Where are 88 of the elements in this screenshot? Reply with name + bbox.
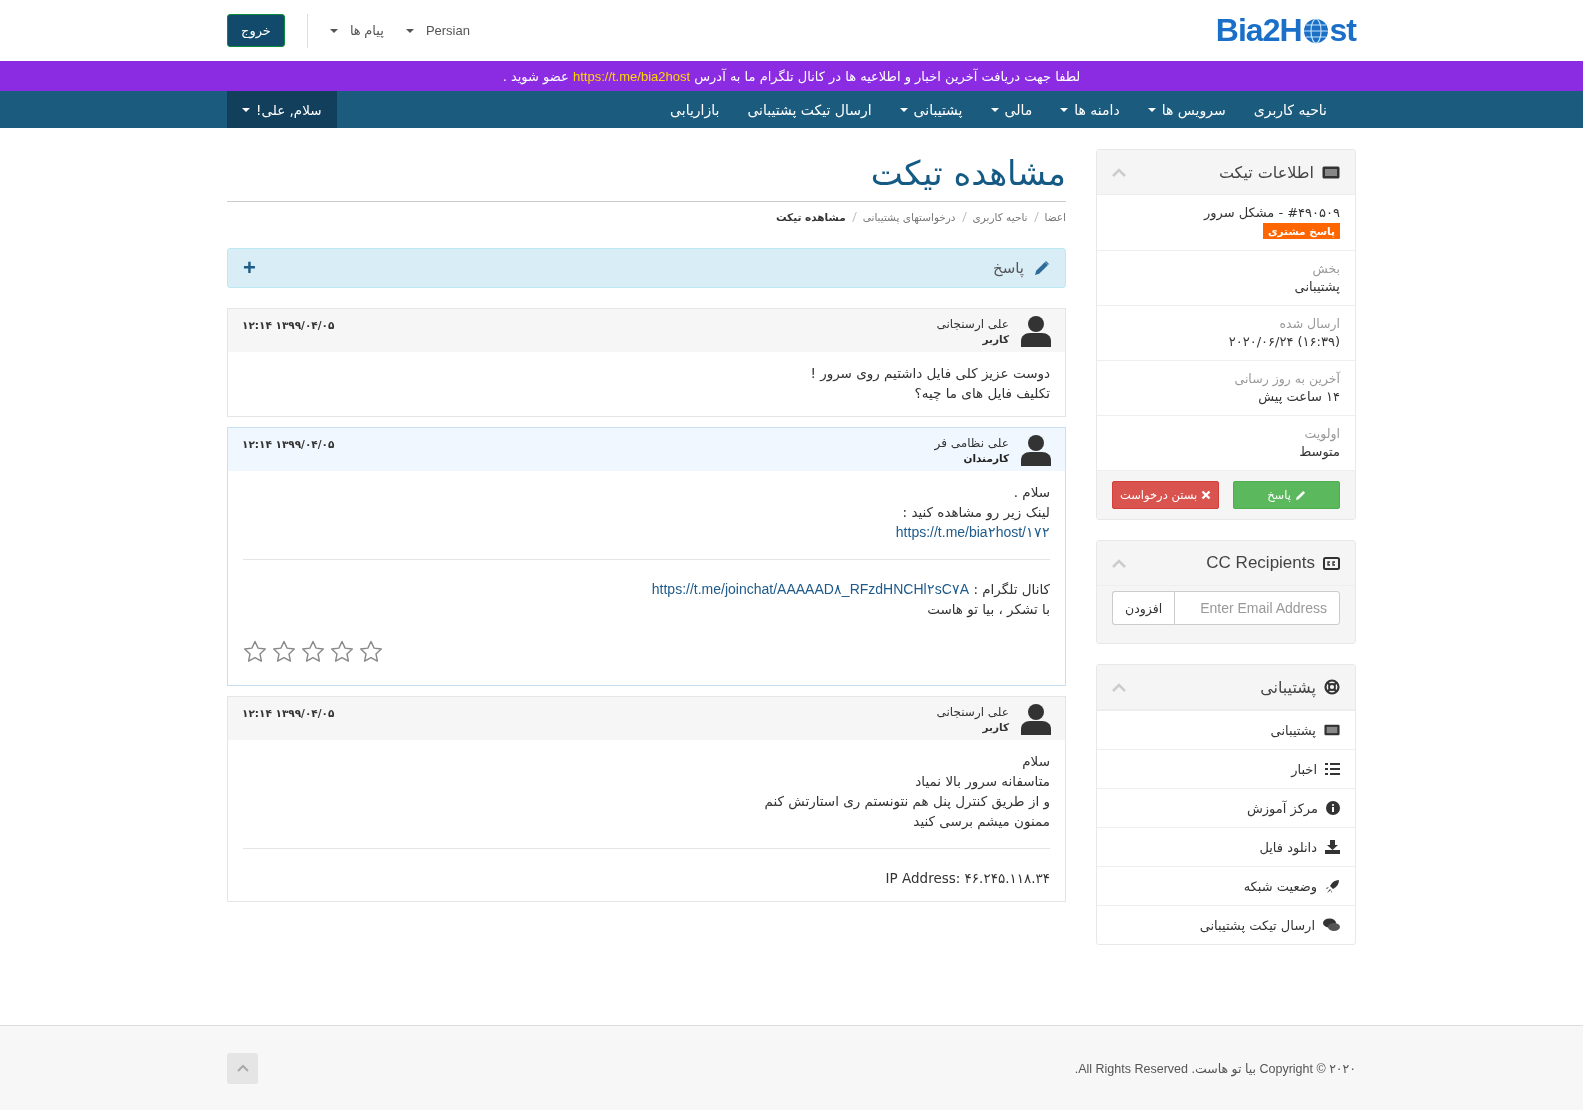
list-icon — [1325, 763, 1340, 775]
telegram-link[interactable]: https://t.me/bia2host — [573, 68, 691, 84]
message-text: تکلیف فایل های ما چیه؟ — [914, 385, 1050, 401]
field-value: پشتیبانی — [1293, 279, 1340, 294]
add-button[interactable]: افزودن — [1112, 591, 1175, 625]
field-label: آخرین به روز رسانی — [1233, 371, 1340, 386]
nav-item[interactable]: سرویس ها — [1133, 101, 1240, 118]
collapse-icon[interactable] — [1112, 558, 1126, 568]
message-text: لینک زیر رو مشاهده کنید : — [902, 504, 1050, 520]
sidebar-item[interactable]: مرکز آموزش — [1097, 788, 1355, 827]
ticket-icon — [1324, 724, 1340, 736]
message-text: IP Address: ۴۶.۲۴۵.۱۱۸.۳۴ — [885, 870, 1050, 886]
email-field[interactable]: Enter Email Address — [1174, 591, 1340, 625]
field-label: بخش — [1311, 261, 1340, 276]
field-value: (۱۶:۳۹) ۲۰۲۰/۰۶/۲۴ — [1227, 334, 1340, 349]
logo-text[interactable]: Bia2H — [1215, 12, 1302, 49]
rocket-icon — [1325, 878, 1340, 894]
author-role: کاربر — [981, 720, 1009, 733]
sidebar-item[interactable]: دانلود فایل — [1097, 827, 1355, 866]
collapse-icon[interactable] — [1112, 167, 1126, 177]
message-date: ۱۲:۱۴ ۱۳۹۹/۰۴/۰۵ — [242, 438, 335, 450]
panel-title: پشتیبانی — [1260, 677, 1316, 697]
ticket-icon — [1322, 165, 1340, 179]
nav-item[interactable]: ناحیه کاربری — [1239, 101, 1341, 118]
logout-button[interactable]: خروج — [227, 14, 285, 47]
close-ticket-button[interactable]: بستن درخواست — [1112, 481, 1219, 509]
message-text: ممنون میشم برسی کنید — [913, 813, 1050, 829]
status-label: پاسخ مشتری — [1262, 223, 1340, 239]
lifebuoy-icon — [1324, 679, 1340, 695]
author-role: کارمندان — [962, 451, 1009, 464]
collapse-icon[interactable] — [1112, 682, 1126, 692]
download-icon — [1325, 840, 1340, 854]
messages-menu[interactable]: پیام ها — [329, 23, 384, 38]
nav-item[interactable]: ارسال تیکت پشتیبانی — [733, 101, 886, 118]
field-label: اولویت — [1303, 426, 1340, 441]
chevron-up-icon — [236, 1064, 249, 1072]
info-icon — [1326, 801, 1340, 815]
nav-item[interactable]: مالی — [976, 101, 1047, 118]
message-date: ۱۲:۱۴ ۱۳۹۹/۰۴/۰۵ — [242, 319, 335, 331]
copyright-text: ۲۰۲۰ © Copyright بیا تو هاست. All Rights Reserved. — [1074, 1060, 1356, 1076]
field-value: ۱۴ ساعت پیش — [1257, 389, 1340, 404]
message-date: ۱۲:۱۴ ۱۳۹۹/۰۴/۰۵ — [242, 707, 335, 719]
ticket-subject: #۴۹۰۵۰۹ - مشکل سرور — [1202, 205, 1340, 220]
avatar-icon — [1021, 702, 1051, 735]
sidebar-item[interactable]: وضعیت شبکه — [1097, 866, 1355, 905]
sidebar-item[interactable]: اخبار — [1097, 749, 1355, 788]
avatar-icon — [1021, 433, 1051, 466]
cc-icon — [1323, 556, 1340, 570]
message-text: کانال تلگرام : — [973, 581, 1050, 597]
message-text: دوست عزیز کلی فایل داشتیم روی سرور ! — [810, 365, 1050, 381]
nav-item[interactable]: پشتیبانی — [885, 101, 977, 118]
pencil-icon — [1034, 260, 1050, 276]
chat-bubbles-icon — [1323, 918, 1340, 932]
message-link[interactable]: https://t.me/bia۲host/۱۷۲ — [895, 524, 1050, 540]
breadcrumb-item: مشاهده تیکت — [775, 211, 846, 223]
reply-bar[interactable]: پاسخ + — [227, 248, 1066, 288]
panel-title: اطلاعات تیکت — [1218, 162, 1314, 182]
author-role: کاربر — [981, 332, 1009, 345]
message-text: با تشکر ، بیا تو هاست — [927, 601, 1050, 617]
author-name: علی نظامی فر — [934, 435, 1009, 450]
avatar-icon — [1021, 314, 1051, 347]
globe-icon — [1302, 17, 1329, 44]
message-text: متاسفانه سرور بالا نمیاد — [915, 773, 1050, 789]
back-to-top-button[interactable] — [227, 1052, 258, 1084]
message-text: سلام — [1022, 753, 1050, 769]
sidebar-item[interactable]: ارسال تیکت پشتیبانی — [1097, 905, 1355, 944]
breadcrumb-item[interactable]: درخواستهای پشتیبانی — [862, 211, 956, 223]
author-name: علی ارسنجانی — [936, 704, 1009, 719]
page-title: مشاهده تیکت — [227, 149, 1066, 202]
language-menu[interactable]: Persian — [405, 23, 470, 38]
pencil-icon — [1294, 489, 1306, 501]
field-label: ارسال شده — [1278, 316, 1340, 331]
reply-label: پاسخ — [993, 259, 1024, 277]
message-text: و از طریق کنترل پنل هم نتونستم ری استارتش کنم — [764, 793, 1050, 809]
panel-title: CC Recipients — [1206, 553, 1315, 573]
breadcrumb-item[interactable]: اعضا — [1044, 211, 1066, 223]
message-link[interactable]: https://t.me/joinchat/AAAAAD۸_RFzdHNCHl۲sC۷A — [651, 581, 970, 597]
nav-item[interactable]: بازاریابی — [656, 101, 734, 118]
breadcrumb-item[interactable]: ناحیه کاربری — [972, 211, 1028, 223]
logo-text[interactable]: st — [1329, 12, 1356, 49]
message-text: سلام . — [1013, 484, 1050, 500]
nav-item[interactable]: دامنه ها — [1046, 101, 1134, 118]
account-menu[interactable]: سلام, علی! — [227, 91, 337, 128]
author-name: علی ارسنجانی — [936, 316, 1009, 331]
close-icon — [1201, 490, 1212, 500]
sidebar-item[interactable]: پشتیبانی — [1097, 710, 1355, 749]
field-value: متوسط — [1298, 444, 1340, 459]
expand-toggle[interactable]: + — [243, 255, 256, 281]
